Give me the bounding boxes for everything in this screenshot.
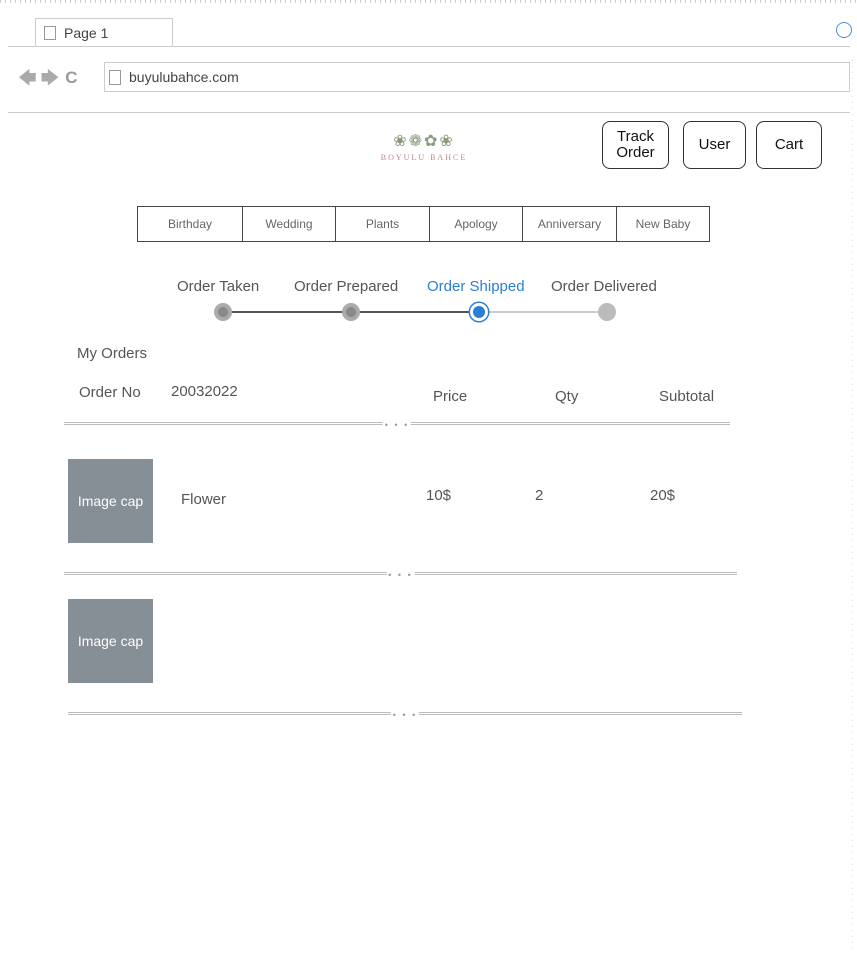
category-anniversary[interactable]: Anniversary — [523, 207, 617, 241]
category-plants[interactable]: Plants — [336, 207, 430, 241]
page-icon — [44, 26, 56, 40]
url-text: buyulubahce.com — [129, 69, 239, 85]
row-divider: • • • — [68, 711, 742, 720]
category-birthday[interactable]: Birthday — [138, 207, 243, 241]
column-subtotal: Subtotal — [659, 388, 715, 405]
chrome-divider — [8, 112, 850, 113]
category-new-baby[interactable]: New Baby — [617, 207, 709, 241]
progress-line-pending — [479, 311, 607, 313]
item-image-placeholder: Image cap — [68, 459, 153, 543]
forward-arrow-icon[interactable]: 🡆 — [41, 69, 60, 87]
new-tab-icon[interactable] — [836, 22, 852, 38]
item-subtotal: 20$ — [650, 487, 676, 504]
top-dotted-border — [0, 0, 857, 3]
column-qty: Qty — [555, 388, 579, 405]
divider-dots: • • • — [390, 710, 420, 720]
step-dot-prepared — [342, 303, 360, 321]
item-qty: 2 — [535, 487, 544, 504]
order-no-value: 20032022 — [171, 383, 238, 400]
divider-dots: • • • — [386, 570, 415, 580]
tab-title: Page 1 — [64, 25, 109, 41]
my-orders-heading: My Orders — [77, 345, 148, 362]
step-dot-delivered — [598, 303, 616, 321]
order-status-stepper: Order Taken Order Prepared Order Shipped… — [170, 278, 680, 328]
order-no-label: Order No — [79, 384, 141, 401]
track-order-label: Track Order — [616, 128, 655, 161]
step-label-taken: Order Taken — [177, 278, 260, 295]
user-button[interactable]: User — [683, 121, 746, 169]
logo-flowers-icon: ❀❁✿❀ — [393, 133, 455, 150]
step-label-prepared: Order Prepared — [294, 278, 399, 295]
step-dot-shipped — [470, 303, 488, 321]
step-label-delivered: Order Delivered — [551, 278, 657, 295]
column-price: Price — [433, 388, 468, 405]
item-name: Flower — [181, 491, 227, 508]
step-dot-taken — [214, 303, 232, 321]
logo-text: BOYULU BAHCE — [380, 153, 468, 162]
category-nav: Birthday Wedding Plants Apology Annivers… — [137, 206, 710, 242]
reload-icon[interactable]: C — [65, 68, 77, 88]
category-apology[interactable]: Apology — [430, 207, 523, 241]
row-divider: • • • — [64, 571, 737, 580]
site-logo[interactable]: ❀❁✿❀ BOYULU BAHCE — [366, 132, 482, 172]
item-image-placeholder: Image cap — [68, 599, 153, 683]
browser-tab[interactable]: Page 1 — [35, 18, 173, 47]
row-divider: • • • — [64, 421, 730, 430]
category-wedding[interactable]: Wedding — [243, 207, 336, 241]
item-price: 10$ — [426, 487, 452, 504]
right-dotted-border — [852, 60, 853, 950]
track-order-button[interactable]: Track Order — [602, 121, 669, 169]
address-bar[interactable]: buyulubahce.com — [104, 62, 850, 92]
tab-strip-divider — [8, 46, 850, 47]
back-arrow-icon[interactable]: 🡄 — [18, 69, 37, 87]
page-icon — [109, 69, 121, 85]
step-label-shipped: Order Shipped — [427, 278, 525, 295]
browser-nav: 🡄 🡆 C — [18, 68, 78, 88]
divider-dots: • • • — [382, 420, 412, 430]
cart-button[interactable]: Cart — [756, 121, 822, 169]
